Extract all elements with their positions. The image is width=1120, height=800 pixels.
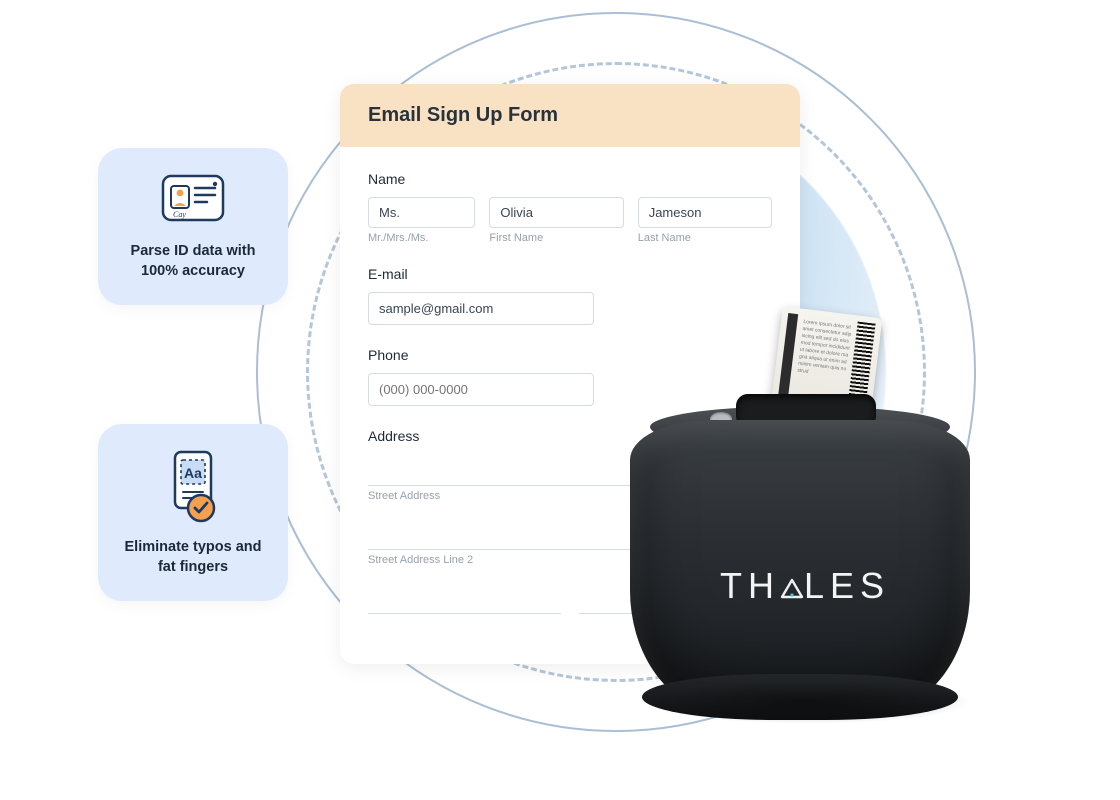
- feature-typos-text: Eliminate typos and fat fingers: [118, 538, 268, 577]
- last-name-input[interactable]: [638, 197, 772, 228]
- form-title: Email Sign Up Form: [368, 104, 772, 127]
- feature-card-parse: Cay Parse ID data with 100% accuracy: [98, 148, 288, 305]
- svg-text:Aa: Aa: [184, 465, 202, 481]
- street-hint: Street Address: [368, 490, 440, 502]
- last-name-hint: Last Name: [638, 232, 772, 244]
- name-section: Name Mr./Mrs./Ms. First Name Last Name: [368, 171, 772, 244]
- device-brand-logo: THLES: [620, 565, 990, 609]
- email-section: E-mail: [368, 266, 772, 325]
- scanner-device: Lorem ipsum dolor sit amet consectetur a…: [620, 330, 990, 720]
- title-hint: Mr./Mrs./Ms.: [368, 232, 475, 244]
- id-card-icon: Cay: [118, 172, 268, 228]
- email-input[interactable]: [368, 292, 594, 325]
- title-input[interactable]: [368, 197, 475, 228]
- form-header: Email Sign Up Form: [340, 84, 800, 147]
- email-label: E-mail: [368, 266, 772, 282]
- phone-input[interactable]: [368, 373, 594, 406]
- feature-parse-text: Parse ID data with 100% accuracy: [118, 242, 268, 281]
- spellcheck-icon: Aa: [118, 448, 268, 524]
- street2-hint: Street Address Line 2: [368, 554, 473, 566]
- first-name-input[interactable]: [489, 197, 623, 228]
- feature-card-typos: Aa Eliminate typos and fat fingers: [98, 424, 288, 601]
- svg-text:Cay: Cay: [173, 210, 186, 219]
- city-input[interactable]: [368, 582, 561, 614]
- first-name-hint: First Name: [489, 232, 623, 244]
- name-label: Name: [368, 171, 772, 187]
